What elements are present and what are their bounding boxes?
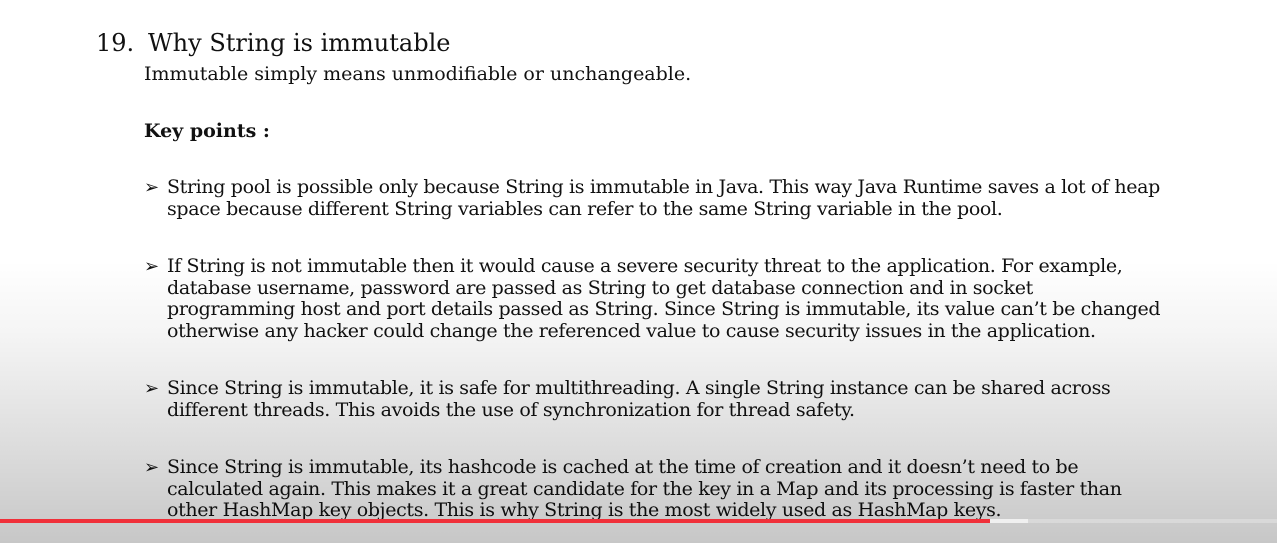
- bullet-line: If String is not immutable then it would…: [167, 255, 1123, 277]
- section-number: 19.: [96, 29, 135, 57]
- bullet-line: database username, password are passed a…: [167, 276, 1033, 299]
- bullet-line: different threads. This avoids the use o…: [167, 398, 855, 421]
- bullet-line: otherwise any hacker could change the re…: [167, 319, 1096, 342]
- bullet-line: String pool is possible only because Str…: [167, 176, 1160, 198]
- document-page: 19. Why String is immutable Immutable sim…: [0, 0, 1277, 543]
- bullet-line: calculated again. This makes it a great …: [167, 477, 1122, 500]
- intro-text: Immutable simply means unmodifiable or u…: [144, 63, 692, 85]
- bullet-line: space because different String variables…: [167, 197, 1003, 220]
- arrowhead-bullet-icon: ➢: [144, 378, 160, 399]
- bullet-text: Since String is immutable, it is safe fo…: [167, 377, 1111, 421]
- played-progress: [0, 519, 990, 523]
- arrowhead-bullet-icon: ➢: [144, 256, 160, 277]
- video-progress-bar[interactable]: [0, 519, 1277, 523]
- arrowhead-bullet-icon: ➢: [144, 457, 160, 478]
- bullet-text: String pool is possible only because Str…: [167, 176, 1160, 220]
- section-heading: 19. Why String is immutable: [96, 28, 450, 58]
- bullet-line: programming host and port details passed…: [167, 298, 1161, 320]
- bullet-text: Since String is immutable, its hashcode …: [167, 456, 1122, 522]
- key-points-label: Key points :: [144, 120, 270, 142]
- bullet-text: If String is not immutable then it would…: [167, 255, 1161, 342]
- bullet-line: Since String is immutable, its hashcode …: [167, 456, 1079, 478]
- section-title: Why String is immutable: [148, 29, 451, 57]
- arrowhead-bullet-icon: ➢: [144, 177, 160, 198]
- bullet-line: Since String is immutable, it is safe fo…: [167, 377, 1111, 399]
